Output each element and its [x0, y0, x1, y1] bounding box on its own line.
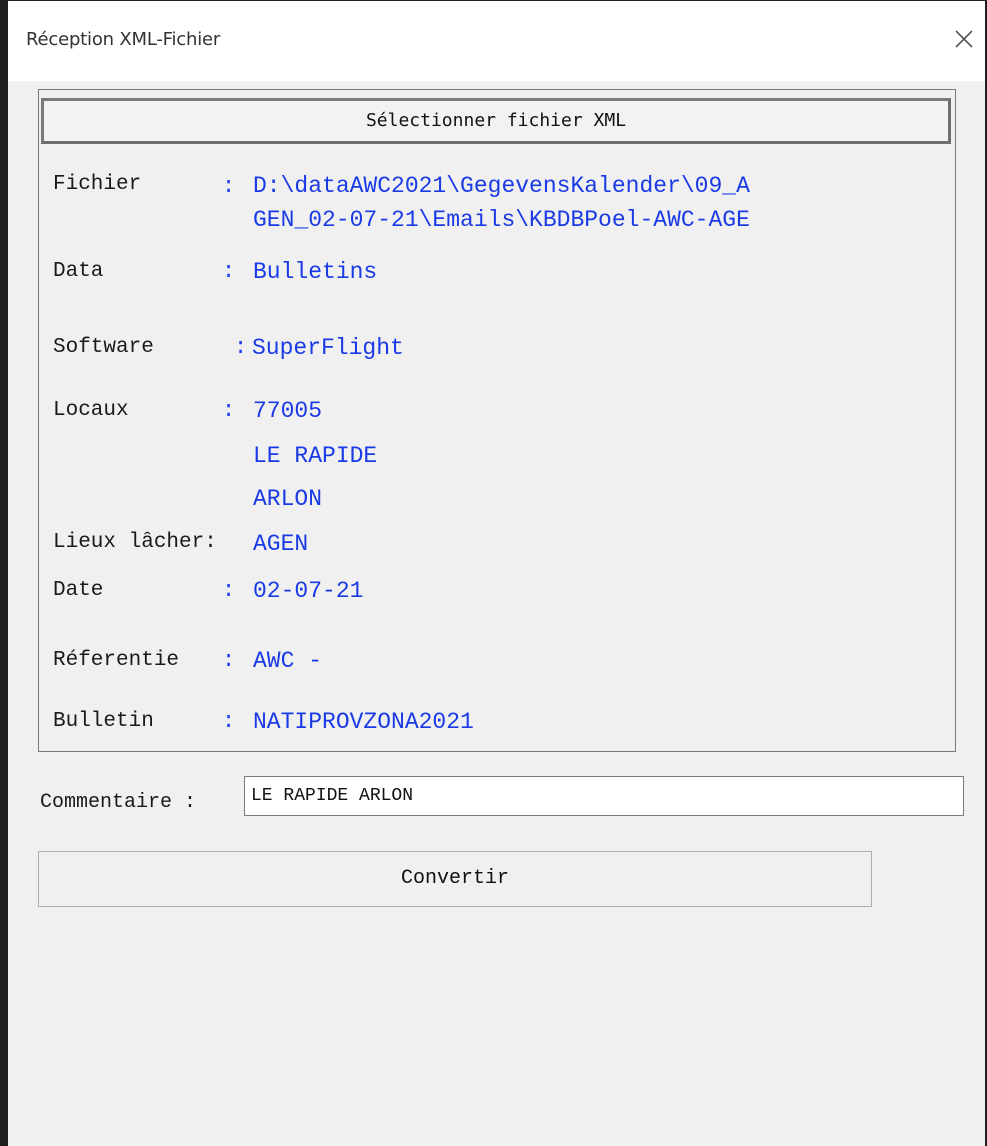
software-colon: :: [234, 335, 248, 360]
dialog-window: Réception XML-Fichier Sélectionner fichi…: [0, 0, 987, 1146]
date-label: Date: [53, 579, 104, 602]
date-colon: :: [222, 578, 236, 603]
comment-input[interactable]: [244, 776, 964, 816]
locaux-value-city: ARLON: [253, 486, 323, 512]
fichier-value-line2: GEN_02-07-21\Emails\KBDBPoel-AWC-AGE: [253, 207, 750, 233]
close-icon: [955, 30, 973, 48]
data-colon: :: [222, 259, 236, 284]
convert-button[interactable]: Convertir: [38, 851, 872, 907]
bulletin-label: Bulletin: [53, 710, 154, 733]
software-value: SuperFlight: [252, 335, 404, 361]
locaux-label: Locaux: [53, 399, 129, 422]
close-button[interactable]: [946, 21, 982, 57]
locaux-value-code: 77005: [253, 398, 323, 424]
fichier-value-line1: D:\dataAWC2021\GegevensKalender\09_A: [253, 173, 750, 199]
date-value: 02-07-21: [253, 578, 364, 604]
title-bar: Réception XML-Fichier: [8, 1, 985, 81]
software-label: Software: [53, 336, 154, 359]
referentie-colon: :: [222, 648, 236, 673]
fichier-label: Fichier: [53, 173, 142, 196]
bulletin-value: NATIPROVZONA2021: [253, 709, 474, 735]
bulletin-colon: :: [222, 709, 236, 734]
data-label: Data: [53, 260, 104, 283]
referentie-value: AWC -: [253, 648, 323, 674]
comment-label: Commentaire :: [40, 791, 197, 814]
lieux-lacher-value: AGEN: [253, 531, 309, 557]
fichier-colon: :: [222, 174, 236, 199]
referentie-label: Réferentie: [53, 649, 180, 672]
select-xml-file-button[interactable]: Sélectionner fichier XML: [41, 98, 951, 144]
locaux-value-name: LE RAPIDE: [253, 443, 378, 469]
data-value: Bulletins: [253, 259, 378, 285]
locaux-colon: :: [222, 398, 236, 423]
lieux-lacher-label: Lieux lâcher:: [53, 531, 217, 554]
window-title: Réception XML-Fichier: [26, 29, 221, 50]
xml-info-groupbox: Sélectionner fichier XML Fichier : D:\da…: [38, 89, 956, 752]
